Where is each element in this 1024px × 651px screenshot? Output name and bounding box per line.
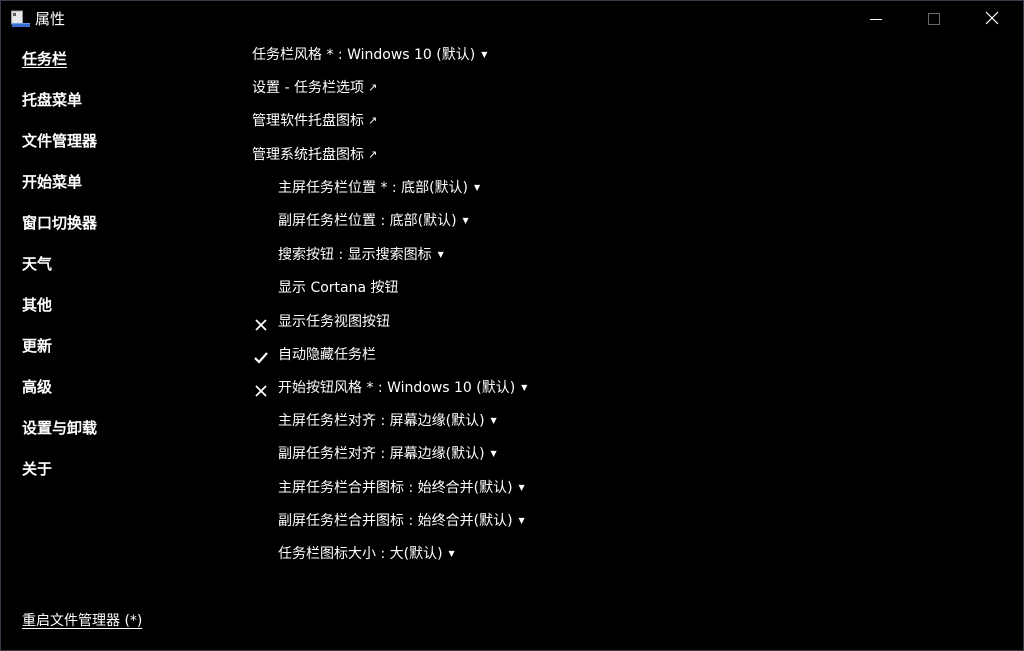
caret-down-icon: ▼	[490, 449, 497, 458]
minimize-button[interactable]	[847, 1, 905, 37]
external-link-arrow-icon: ↗	[368, 114, 378, 127]
setting-label: 显示 Cortana 按钮	[278, 280, 399, 296]
properties-window: 属性 任务栏 托盘菜单 文件管理器 开始菜单 窗口切换器 天气 其他 更新 高级…	[0, 0, 1024, 651]
setting-search-button[interactable]: 搜索按钮 : 显示搜索图标 ▼	[278, 244, 444, 266]
minimize-icon	[870, 10, 882, 29]
setting-label: 设置 - 任务栏选项	[252, 80, 364, 96]
cross-icon[interactable]	[253, 317, 269, 333]
setting-show-cortana-button[interactable]: 显示 Cortana 按钮	[278, 277, 399, 299]
window-title: 属性	[35, 10, 66, 28]
setting-label: 主屏任务栏对齐 : 屏幕边缘(默认)	[278, 413, 485, 429]
setting-primary-taskbar-position[interactable]: 主屏任务栏位置 * : 底部(默认) ▼	[278, 177, 480, 199]
setting-label: 显示任务视图按钮	[278, 314, 390, 330]
setting-label: 管理软件托盘图标	[252, 113, 364, 129]
setting-app-tray-icons-link[interactable]: 管理软件托盘图标 ↗	[252, 110, 377, 132]
setting-primary-taskbar-alignment[interactable]: 主屏任务栏对齐 : 屏幕边缘(默认) ▼	[278, 410, 497, 432]
external-link-arrow-icon: ↗	[368, 148, 378, 161]
maximize-icon	[928, 10, 940, 29]
cross-icon[interactable]	[253, 383, 269, 399]
caret-down-icon: ▼	[481, 50, 488, 59]
setting-label: 搜索按钮 : 显示搜索图标	[278, 247, 432, 263]
close-icon	[985, 10, 999, 29]
setting-label: 任务栏图标大小 : 大(默认)	[278, 546, 443, 562]
setting-secondary-taskbar-alignment[interactable]: 副屏任务栏对齐 : 屏幕边缘(默认) ▼	[278, 443, 497, 465]
setting-auto-hide-taskbar[interactable]: 自动隐藏任务栏	[278, 344, 376, 366]
setting-taskbar-icon-size[interactable]: 任务栏图标大小 : 大(默认) ▼	[278, 543, 455, 565]
setting-show-task-view-button[interactable]: 显示任务视图按钮	[278, 311, 390, 333]
setting-label: 自动隐藏任务栏	[278, 347, 376, 363]
external-link-arrow-icon: ↗	[367, 81, 378, 94]
setting-taskbar-options-link[interactable]: 设置 - 任务栏选项 ↗	[252, 77, 377, 99]
setting-label: 管理系统托盘图标	[252, 147, 364, 163]
caret-down-icon: ▼	[437, 250, 444, 259]
window-app-icon	[11, 10, 31, 28]
setting-secondary-taskbar-position[interactable]: 副屏任务栏位置 : 底部(默认) ▼	[278, 210, 469, 232]
setting-label: 开始按钮风格 * : Windows 10 (默认)	[278, 380, 516, 396]
setting-secondary-taskbar-combine-icons[interactable]: 副屏任务栏合并图标 : 始终合并(默认) ▼	[278, 510, 525, 532]
checkmark-icon[interactable]	[253, 350, 269, 366]
setting-start-button-style[interactable]: 开始按钮风格 * : Windows 10 (默认) ▼	[278, 377, 527, 399]
setting-label: 主屏任务栏位置 * : 底部(默认)	[278, 180, 468, 196]
close-button[interactable]	[963, 1, 1021, 37]
setting-label: 任务栏风格 * : Windows 10 (默认)	[252, 47, 476, 63]
setting-label: 副屏任务栏对齐 : 屏幕边缘(默认)	[278, 446, 485, 462]
caret-down-icon: ▼	[518, 483, 525, 492]
caret-down-icon: ▼	[490, 416, 497, 425]
maximize-button[interactable]	[905, 1, 963, 37]
setting-system-tray-icons-link[interactable]: 管理系统托盘图标 ↗	[252, 144, 377, 166]
setting-primary-taskbar-combine-icons[interactable]: 主屏任务栏合并图标 : 始终合并(默认) ▼	[278, 477, 525, 499]
caret-down-icon: ▼	[521, 383, 528, 392]
caret-down-icon: ▼	[448, 549, 455, 558]
setting-label: 副屏任务栏位置 : 底部(默认)	[278, 213, 457, 229]
caret-down-icon: ▼	[518, 516, 525, 525]
title-bar[interactable]: 属性	[1, 1, 1023, 37]
setting-label: 副屏任务栏合并图标 : 始终合并(默认)	[278, 513, 513, 529]
setting-label: 主屏任务栏合并图标 : 始终合并(默认)	[278, 480, 513, 496]
caret-down-icon: ▼	[462, 216, 469, 225]
caret-down-icon: ▼	[474, 183, 481, 192]
settings-panel: 任务栏风格 * : Windows 10 (默认) ▼ 设置 - 任务栏选项 ↗…	[1, 37, 1023, 650]
setting-taskbar-style[interactable]: 任务栏风格 * : Windows 10 (默认) ▼	[252, 44, 487, 66]
